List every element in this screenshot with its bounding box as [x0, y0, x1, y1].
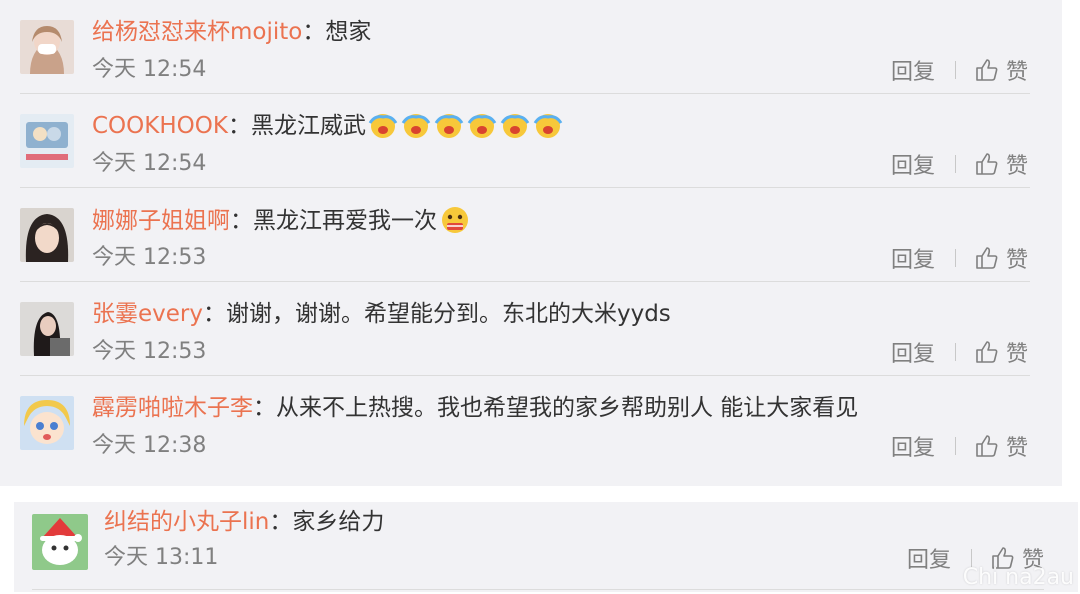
action-divider	[954, 343, 956, 361]
comment-time: 今天 12:53	[92, 339, 207, 364]
comment-item: 娜娜子姐姐啊：黑龙江再爱我一次 今天 12:53 回复 赞	[0, 188, 1062, 282]
like-button[interactable]: 赞	[1006, 430, 1028, 462]
colon: ：	[253, 395, 276, 421]
colon: ：	[302, 19, 326, 45]
comment-item: 给杨怼怼来杯mojito：想家 今天 12:54 回复 赞	[0, 0, 1062, 94]
comment-text: 家乡给力	[292, 509, 385, 535]
colon: ：	[269, 509, 293, 535]
username-link[interactable]: COOKHOOK	[92, 113, 228, 139]
colon: ：	[202, 301, 226, 327]
comment-text: 从来不上热搜。我也希望我的家乡帮助别人 能让大家看见	[276, 395, 859, 421]
emoji-group	[366, 113, 564, 139]
comment-body: COOKHOOK：黑龙江威武	[92, 110, 564, 142]
crying-emoji-icon	[368, 114, 398, 138]
crying-emoji-icon	[467, 114, 497, 138]
thumbs-up-icon[interactable]	[974, 245, 1000, 271]
action-divider	[954, 61, 956, 79]
reply-button[interactable]: 回复	[907, 542, 951, 574]
crying-emoji-icon	[434, 114, 464, 138]
comment-text: 黑龙江威武	[250, 113, 366, 139]
comment-text: 想家	[325, 19, 372, 45]
thumbs-up-icon[interactable]	[974, 151, 1000, 177]
avatar[interactable]	[20, 302, 74, 356]
comment-list: 给杨怼怼来杯mojito：想家 今天 12:54 回复 赞 COOKHOOK：黑…	[0, 0, 1062, 486]
like-button[interactable]: 赞	[1006, 148, 1028, 180]
comment-body: 张霎every：谢谢，谢谢。希望能分到。东北的大米yyds	[92, 298, 671, 330]
comment-time: 今天 12:53	[92, 245, 207, 270]
comment-item: 张霎every：谢谢，谢谢。希望能分到。东北的大米yyds 今天 12:53 回…	[0, 282, 1062, 376]
comment-text: 黑龙江再爱我一次	[253, 208, 437, 234]
reply-button[interactable]: 回复	[891, 148, 935, 180]
comment-list-fragment: 纠结的小丸子lin：家乡给力 今天 13:11 回复 赞	[14, 502, 1078, 592]
like-button[interactable]: 赞	[1006, 336, 1028, 368]
comment-text: 谢谢，谢谢。希望能分到。东北的大米yyds	[225, 301, 671, 327]
comment-body: 娜娜子姐姐啊：黑龙江再爱我一次	[92, 204, 472, 237]
reply-button[interactable]: 回复	[891, 54, 935, 86]
comment-actions: 回复 赞	[891, 148, 1028, 180]
action-divider	[954, 249, 956, 267]
thumbs-up-icon[interactable]	[974, 339, 1000, 365]
action-divider	[954, 155, 956, 173]
comment-time: 今天 12:54	[92, 151, 207, 176]
reply-button[interactable]: 回复	[891, 430, 935, 462]
comment-time: 今天 12:38	[92, 433, 207, 458]
avatar[interactable]	[32, 514, 88, 570]
avatar[interactable]	[20, 208, 74, 262]
crying-emoji-icon	[401, 114, 431, 138]
reply-button[interactable]: 回复	[891, 336, 935, 368]
colon: ：	[227, 113, 251, 139]
avatar[interactable]	[20, 20, 74, 74]
username-link[interactable]: 给杨怼怼来杯mojito	[92, 19, 302, 45]
comment-body: 纠结的小丸子lin：家乡给力	[104, 506, 384, 538]
divider	[32, 589, 1044, 590]
comment-time: 今天 13:11	[104, 545, 219, 570]
like-button[interactable]: 赞	[1006, 54, 1028, 86]
username-link[interactable]: 纠结的小丸子lin	[104, 509, 269, 535]
comment-body: 给杨怼怼来杯mojito：想家	[92, 16, 371, 48]
comment-item: 霹雳啪啦木子李：从来不上热搜。我也希望我的家乡帮助别人 能让大家看见 今天 12…	[0, 376, 1062, 470]
comment-item: 纠结的小丸子lin：家乡给力 今天 13:11 回复 赞	[14, 500, 1078, 594]
like-button[interactable]: 赞	[1006, 242, 1028, 274]
comment-actions: 回复 赞	[891, 54, 1028, 86]
action-divider	[954, 437, 956, 455]
crying-emoji-icon	[533, 114, 563, 138]
comment-body: 霹雳啪啦木子李：从来不上热搜。我也希望我的家乡帮助别人 能让大家看见	[92, 392, 858, 424]
reply-button[interactable]: 回复	[891, 242, 935, 274]
comment-item: COOKHOOK：黑龙江威武 今天 12:54 回复 赞	[0, 94, 1062, 188]
avatar[interactable]	[20, 396, 74, 450]
thumbs-up-icon[interactable]	[974, 57, 1000, 83]
crying-emoji-icon	[500, 114, 530, 138]
comment-actions: 回复 赞	[891, 242, 1028, 274]
avatar[interactable]	[20, 114, 74, 168]
comment-time: 今天 12:54	[92, 57, 207, 82]
fearful-emoji-icon	[442, 207, 468, 233]
watermark: Chi na2au	[962, 565, 1074, 590]
username-link[interactable]: 霹雳啪啦木子李	[92, 395, 253, 421]
comment-actions: 回复 赞	[891, 336, 1028, 368]
thumbs-up-icon[interactable]	[974, 433, 1000, 459]
comment-actions: 回复 赞	[891, 430, 1028, 462]
colon: ：	[230, 208, 253, 234]
username-link[interactable]: 张霎every	[92, 301, 203, 327]
username-link[interactable]: 娜娜子姐姐啊	[92, 208, 230, 234]
